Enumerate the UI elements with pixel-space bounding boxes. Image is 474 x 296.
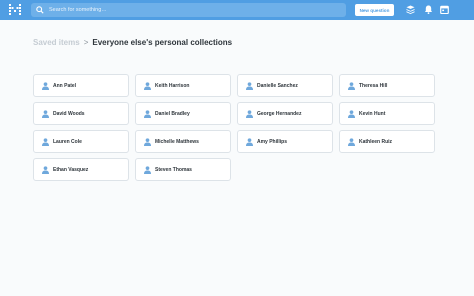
calendar-icon[interactable]: [440, 5, 449, 14]
collection-name: Michelle Matthews: [155, 138, 199, 145]
breadcrumb: Saved items > Everyone else's personal c…: [33, 36, 232, 48]
collection-card[interactable]: Amy Phillips: [237, 130, 333, 153]
user-icon: [348, 81, 355, 90]
collection-card[interactable]: Keith Harrison: [135, 74, 231, 97]
top-navbar: New question: [0, 0, 474, 20]
user-icon: [246, 81, 253, 90]
collection-name: Lauren Cole: [53, 138, 82, 145]
collection-card[interactable]: Daniel Bradley: [135, 102, 231, 125]
user-icon: [144, 109, 151, 118]
collection-name: Kevin Hunt: [359, 110, 386, 117]
collection-card[interactable]: Kevin Hunt: [339, 102, 435, 125]
search-input[interactable]: [49, 7, 329, 13]
metabase-logo-icon[interactable]: [9, 4, 21, 16]
collection-name: Ann Patel: [53, 82, 77, 89]
collection-name: Theresa Hill: [359, 82, 388, 89]
collection-card[interactable]: George Hernandez: [237, 102, 333, 125]
collection-card[interactable]: Kathleen Ruiz: [339, 130, 435, 153]
breadcrumb-saved-items[interactable]: Saved items: [33, 38, 80, 47]
page-title: Everyone else's personal collections: [92, 37, 233, 47]
user-icon: [42, 137, 49, 146]
collection-name: Daniel Bradley: [155, 110, 190, 117]
collection-name: David Woods: [53, 110, 85, 117]
user-icon: [144, 81, 151, 90]
bell-icon[interactable]: [424, 5, 433, 14]
search-bar[interactable]: [31, 3, 346, 17]
collection-name: George Hernandez: [257, 110, 302, 117]
collection-name: Amy Phillips: [257, 138, 288, 145]
collection-name: Danielle Sanchez: [257, 82, 298, 89]
database-icon[interactable]: [406, 5, 415, 14]
collection-card[interactable]: Steven Thomas: [135, 158, 231, 181]
collection-name: Keith Harrison: [155, 82, 190, 89]
new-question-button[interactable]: New question: [355, 4, 394, 16]
search-icon: [36, 6, 44, 14]
user-icon: [144, 165, 151, 174]
collection-name: Steven Thomas: [155, 166, 192, 173]
collection-card[interactable]: Ethan Vasquez: [33, 158, 129, 181]
user-icon: [246, 137, 253, 146]
user-icon: [348, 109, 355, 118]
user-icon: [144, 137, 151, 146]
chevron-right-icon: >: [83, 37, 89, 47]
collection-card[interactable]: David Woods: [33, 102, 129, 125]
collection-card[interactable]: Michelle Matthews: [135, 130, 231, 153]
collection-card[interactable]: Theresa Hill: [339, 74, 435, 97]
collection-card[interactable]: Ann Patel: [33, 74, 129, 97]
collection-name: Ethan Vasquez: [53, 166, 89, 173]
user-icon: [246, 109, 253, 118]
collection-name: Kathleen Ruiz: [359, 138, 393, 145]
user-icon: [42, 81, 49, 90]
collection-card[interactable]: Danielle Sanchez: [237, 74, 333, 97]
user-icon: [42, 165, 49, 174]
user-icon: [348, 137, 355, 146]
collection-card[interactable]: Lauren Cole: [33, 130, 129, 153]
user-icon: [42, 109, 49, 118]
